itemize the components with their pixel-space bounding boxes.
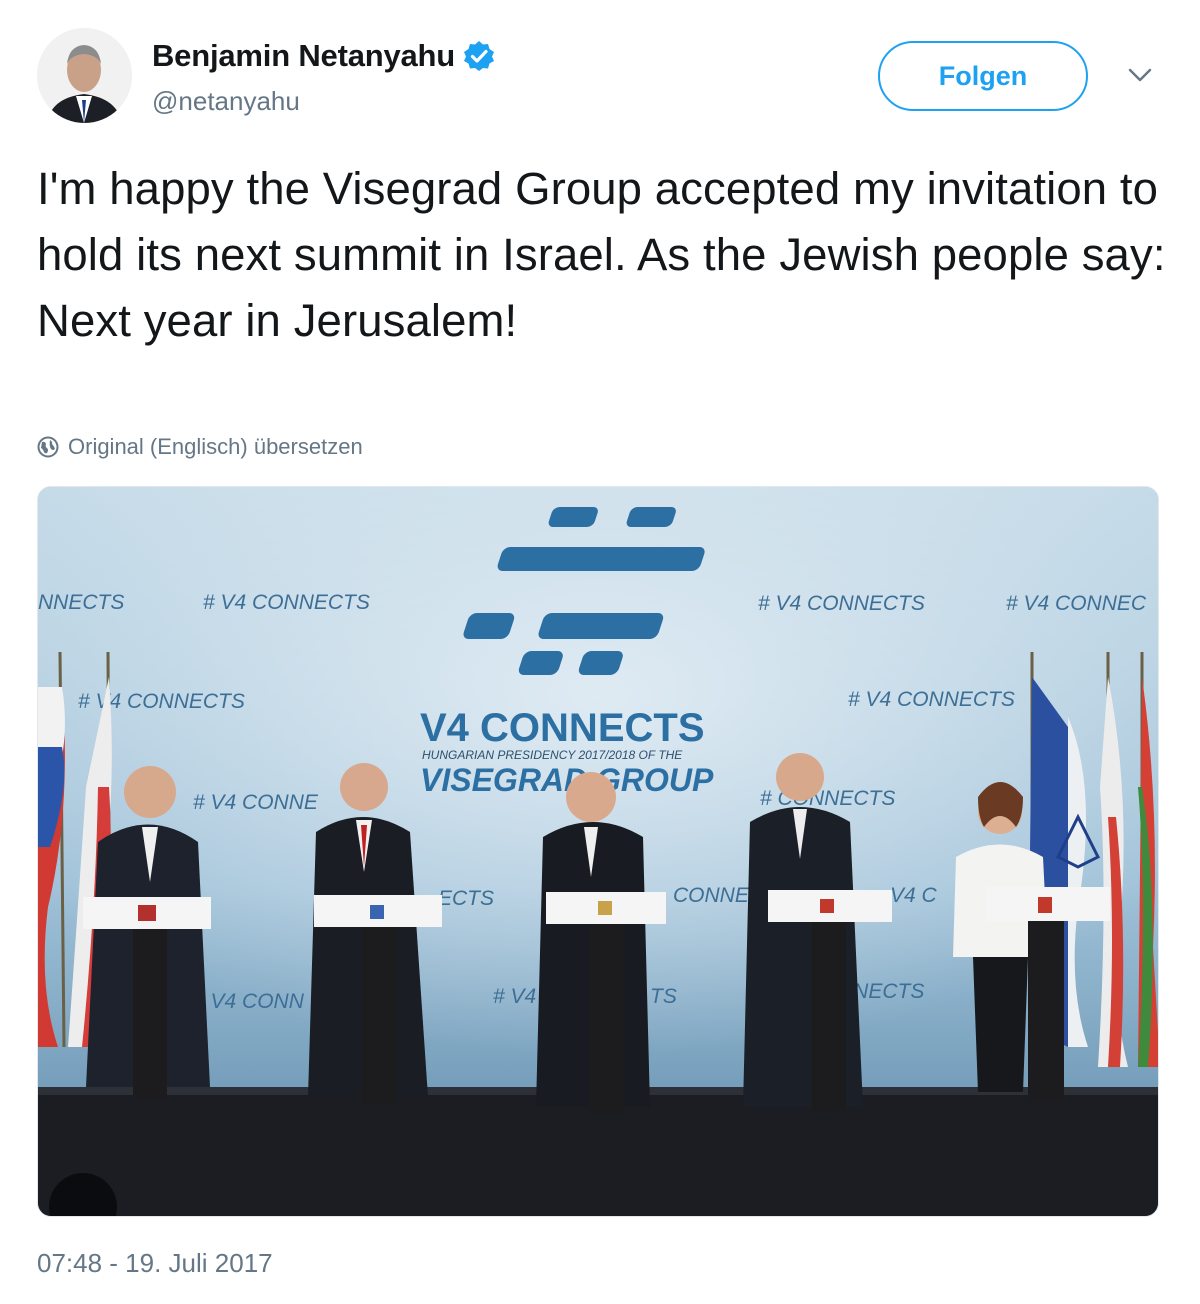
- author-name-row: Benjamin Netanyahu: [152, 36, 495, 76]
- author-avatar[interactable]: [37, 28, 132, 123]
- backdrop-subtitle: HUNGARIAN PRESIDENCY 2017/2018 OF THE: [422, 748, 683, 762]
- backdrop-tag: NNECTS: [38, 591, 124, 614]
- backdrop-main-title: V4 CONNECTS: [420, 706, 705, 750]
- backdrop-tag: TS: [650, 985, 677, 1008]
- follow-button[interactable]: Folgen: [878, 41, 1088, 111]
- tweet-card: Benjamin Netanyahu @netanyahu Folgen I'm…: [0, 0, 1200, 1304]
- tweet-photo[interactable]: NNECTS # V4 CONNECTS # V4 CONNECTS # V4 …: [37, 486, 1159, 1217]
- backdrop-tag: ECTS: [438, 887, 494, 910]
- backdrop-tag: # V4: [493, 985, 536, 1008]
- tweet-text: I'm happy the Visegrad Group accepted my…: [37, 163, 1166, 346]
- tweet-timestamp[interactable]: 07:48 - 19. Juli 2017: [37, 1248, 273, 1279]
- backdrop-tag: # V4 CONNECTS: [848, 688, 1015, 711]
- backdrop-tag: CONNE: [673, 884, 750, 907]
- globe-icon: [37, 436, 59, 458]
- backdrop-tag: # V4 CONNE: [193, 791, 319, 814]
- backdrop-tag: V4 C: [890, 884, 938, 907]
- verified-badge-icon: [464, 41, 495, 71]
- translate-link[interactable]: Original (Englisch) übersetzen: [37, 433, 363, 461]
- backdrop-tag: # V4 CONNECTS: [203, 591, 370, 614]
- backdrop-tag: # V4 CONN: [193, 990, 305, 1013]
- backdrop-tag: # V4 CONNEC: [1006, 592, 1147, 615]
- backdrop-tag: # V4 CONNECTS: [758, 592, 925, 615]
- author-display-name[interactable]: Benjamin Netanyahu: [152, 38, 455, 74]
- translate-label: Original (Englisch) übersetzen: [68, 434, 363, 459]
- author-handle[interactable]: @netanyahu: [152, 86, 300, 117]
- chevron-down-icon[interactable]: [1123, 62, 1157, 90]
